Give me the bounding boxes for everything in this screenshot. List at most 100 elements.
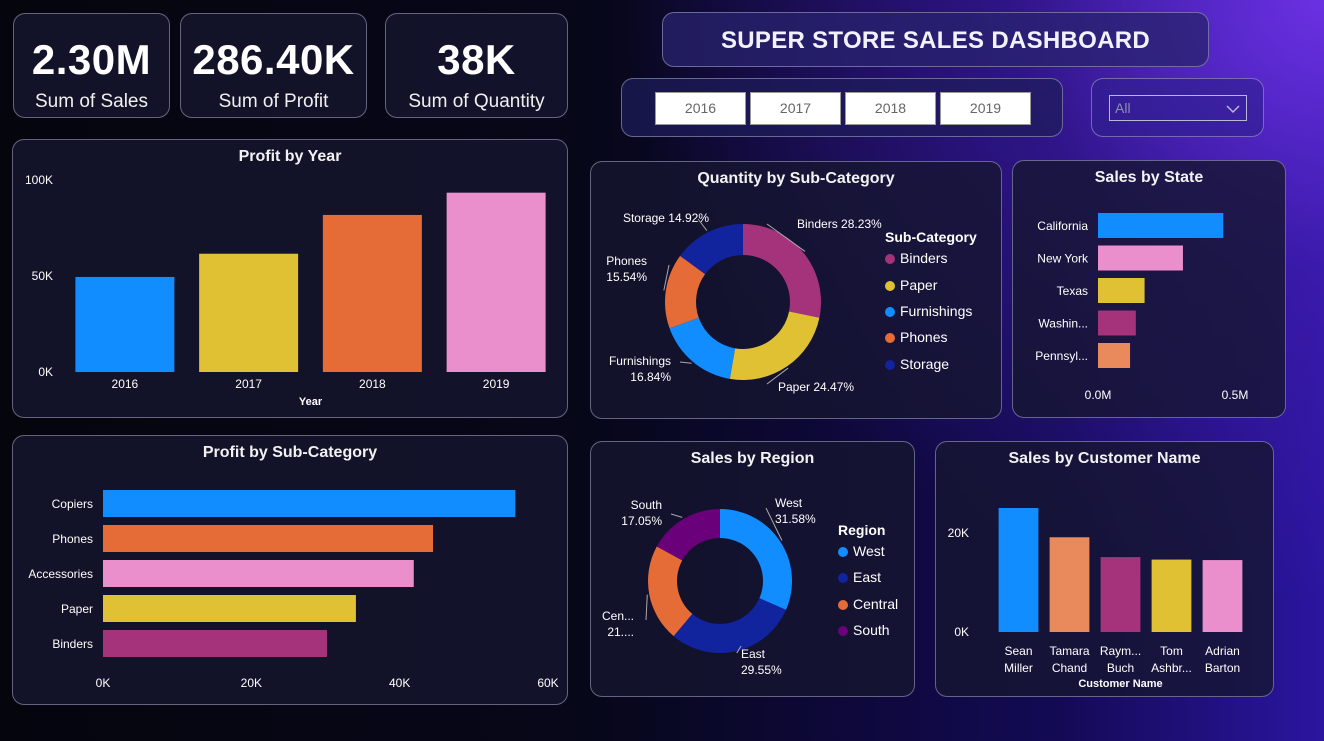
profit-by-year-chart: 0K 50K 100K 2016 2017 2018 2019 Year bbox=[25, 173, 546, 408]
legend-label: South bbox=[853, 622, 890, 638]
x-tick-label: 20K bbox=[241, 676, 262, 690]
data-label: 21.... bbox=[607, 625, 634, 639]
bar-copiers bbox=[103, 490, 516, 517]
x-tick-label: Sean bbox=[1004, 644, 1032, 658]
legend-label: East bbox=[853, 569, 882, 585]
y-tick-label: Paper bbox=[61, 602, 93, 616]
bar-texas bbox=[1098, 278, 1145, 303]
legend-label: Central bbox=[853, 596, 899, 612]
x-tick-label: 60K bbox=[537, 676, 558, 690]
x-tick-label: Tamara bbox=[1049, 644, 1089, 658]
leader-line bbox=[679, 361, 692, 364]
legend-dot bbox=[885, 333, 895, 343]
data-label: 31.58% bbox=[775, 512, 816, 526]
quantity-by-subcategory-card: Quantity by Sub-Category Binders 28.23% P… bbox=[590, 161, 1002, 419]
kpi-quantity-card: 38K Sum of Quantity bbox=[385, 13, 568, 118]
x-tick-label: Ashbr... bbox=[1151, 661, 1192, 675]
x-tick-label: Tom bbox=[1160, 644, 1183, 658]
dashboard-title: SUPER STORE SALES DASHBOARD bbox=[720, 27, 1151, 54]
year-button-2018[interactable]: 2018 bbox=[845, 92, 936, 125]
data-label: Cen... bbox=[602, 609, 634, 623]
y-tick-label: 0K bbox=[954, 625, 969, 639]
y-tick-label: 0K bbox=[38, 365, 53, 379]
y-tick-label: 20K bbox=[948, 526, 969, 540]
x-axis-label: Customer Name bbox=[1078, 678, 1162, 690]
y-tick-label: Accessories bbox=[28, 567, 93, 581]
legend-dot bbox=[885, 254, 895, 264]
y-tick-label: Copiers bbox=[52, 497, 93, 511]
legend-label: West bbox=[853, 543, 885, 559]
bar-raym-buch bbox=[1100, 557, 1141, 632]
x-tick-label: Chand bbox=[1052, 661, 1087, 675]
x-tick-label: Miller bbox=[1004, 661, 1033, 675]
legend-item-east[interactable]: East bbox=[838, 569, 881, 585]
data-label: Paper 24.47% bbox=[778, 380, 854, 394]
x-tick-label: 2018 bbox=[359, 377, 386, 391]
bar-adrian-barton bbox=[1202, 560, 1243, 632]
legend-item-binders[interactable]: Binders bbox=[885, 250, 947, 266]
legend-item-storage[interactable]: Storage bbox=[885, 356, 949, 372]
profit-by-year-card: Profit by Year 0K 50K 100K 2016 2017 2018 2019… bbox=[12, 139, 568, 418]
year-button-2017[interactable]: 2017 bbox=[750, 92, 841, 125]
legend-item-west[interactable]: West bbox=[838, 543, 885, 559]
year-button-2019[interactable]: 2019 bbox=[940, 92, 1031, 125]
legend-item-central[interactable]: Central bbox=[838, 596, 898, 612]
kpi-profit-value: 286.40K bbox=[192, 36, 355, 83]
profit-by-subcategory-chart: Copiers Phones Accessories Paper Binders 0K 20… bbox=[28, 490, 559, 690]
legend-dot bbox=[838, 600, 848, 610]
data-label: Phones bbox=[606, 254, 647, 268]
legend-dot bbox=[885, 307, 895, 317]
dashboard-title-card: SUPER STORE SALES DASHBOARD bbox=[662, 12, 1209, 67]
kpi-sales-card: 2.30M Sum of Sales bbox=[13, 13, 170, 118]
bar-binders bbox=[103, 630, 327, 657]
y-tick-label: Binders bbox=[52, 637, 93, 651]
data-label: Binders 28.23% bbox=[797, 217, 882, 231]
leader-line bbox=[670, 513, 683, 518]
x-tick-label: Adrian bbox=[1205, 644, 1240, 658]
slice-east bbox=[673, 598, 786, 653]
x-tick-label: 40K bbox=[389, 676, 410, 690]
x-tick-label: 0K bbox=[96, 676, 111, 690]
kpi-quantity-value: 38K bbox=[437, 36, 516, 83]
bar-2016 bbox=[75, 276, 175, 372]
year-slicer: 2016 2017 2018 2019 bbox=[621, 78, 1063, 137]
data-label: Furnishings bbox=[609, 354, 671, 368]
dropdown-slicer[interactable]: All bbox=[1109, 95, 1247, 121]
y-tick-label: New York bbox=[1037, 252, 1089, 266]
y-tick-label: California bbox=[1037, 219, 1088, 233]
legend-dot bbox=[838, 626, 848, 636]
data-label: West bbox=[775, 496, 803, 510]
sales-by-state-card: Sales by State California New York Texas Wa… bbox=[1012, 160, 1286, 418]
x-tick-label: 2019 bbox=[483, 377, 510, 391]
kpi-profit-card: 286.40K Sum of Profit bbox=[180, 13, 367, 118]
sales-by-state-chart: California New York Texas Washin... Pennsyl.… bbox=[1035, 213, 1248, 402]
x-tick-label: Buch bbox=[1107, 661, 1134, 675]
legend-item-paper[interactable]: Paper bbox=[885, 277, 937, 293]
bar-sean-miller bbox=[998, 508, 1039, 632]
x-tick-label: 2017 bbox=[235, 377, 262, 391]
legend-item-phones[interactable]: Phones bbox=[885, 329, 947, 345]
legend-item-furnishings[interactable]: Furnishings bbox=[885, 303, 972, 319]
year-button-2016[interactable]: 2016 bbox=[655, 92, 746, 125]
sales-by-customer-chart: 0K 20K Sean Miller Tamara Chand Raym... Buch Tom… bbox=[948, 508, 1243, 690]
y-tick-label: 50K bbox=[32, 269, 53, 283]
data-label: South bbox=[631, 498, 662, 512]
region-legend-title: Region bbox=[838, 522, 886, 538]
kpi-sales-label: Sum of Sales bbox=[35, 91, 148, 112]
slice-paper bbox=[729, 311, 820, 380]
data-label: 17.05% bbox=[621, 514, 662, 528]
legend-item-south[interactable]: South bbox=[838, 622, 890, 638]
bar-phones bbox=[103, 525, 434, 552]
profit-by-subcategory-card: Profit by Sub-Category Copiers Phones Acce… bbox=[12, 435, 568, 705]
bar-pennsyl bbox=[1098, 343, 1131, 368]
bar-2018 bbox=[322, 214, 422, 372]
bar-tamara-chand bbox=[1049, 537, 1090, 632]
data-label: Storage 14.92% bbox=[623, 211, 709, 225]
y-tick-label: Phones bbox=[52, 532, 93, 546]
bar-2017 bbox=[199, 253, 299, 372]
legend-label: Phones bbox=[900, 329, 948, 345]
y-tick-label: Washin... bbox=[1038, 317, 1088, 331]
legend-label: Furnishings bbox=[900, 303, 973, 319]
leader-line bbox=[645, 594, 648, 621]
slice-binders bbox=[743, 224, 821, 318]
